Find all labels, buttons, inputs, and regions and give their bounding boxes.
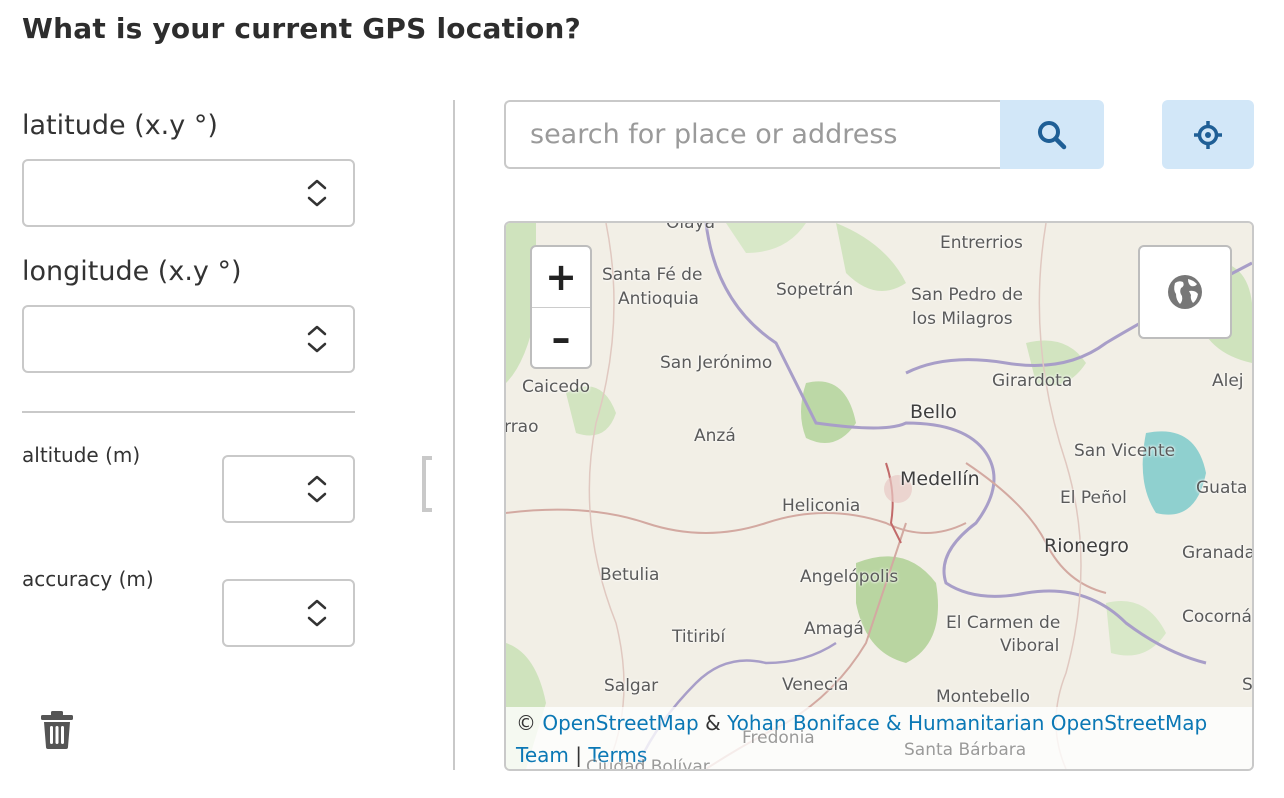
map-label: San Jerónimo [660,353,773,373]
map-label: Granada [1182,543,1254,563]
map-label: Ciudad Bolívar [586,757,710,771]
map-label: Bello [910,401,957,423]
map-label: Fredonia [742,728,815,748]
map-label: Salgar [604,676,659,696]
layers-button[interactable] [1138,245,1232,339]
altitude-spinner[interactable] [305,471,329,507]
attribution-separator: | [575,743,582,767]
map-label: San Vicente [1074,441,1176,461]
map-label: Alej [1212,371,1244,391]
map-label: rrao [504,417,539,437]
search-button[interactable] [1000,100,1104,169]
altitude-input[interactable] [222,455,355,523]
attribution-amp: & [705,711,721,735]
map-label: Sopetrán [776,280,854,300]
map-label: los Milagros [912,309,1013,329]
accuracy-input[interactable] [222,579,355,647]
accuracy-label: accuracy (m) [22,567,154,591]
longitude-input[interactable] [22,305,355,373]
map-label: Olaya [666,221,715,233]
question-title: What is your current GPS location? [22,12,581,45]
map-label: Santa Fé de [602,265,703,285]
fields-divider [22,411,355,413]
locate-button[interactable] [1162,100,1254,169]
map-label: El Peñol [1060,488,1127,508]
map-label: S [1242,675,1253,695]
map-label: San Pedro de [911,285,1023,305]
map-label: Angelópolis [800,567,899,587]
map-label: Caicedo [522,377,591,397]
map-label: Montebello [936,687,1031,707]
map-label: Rionegro [1044,535,1129,557]
map-label: Antioquia [618,289,699,309]
map-label: Cocorná [1182,607,1252,627]
longitude-spinner[interactable] [305,321,329,357]
map-label: Betulia [600,565,660,585]
latitude-spinner[interactable] [305,175,329,211]
map-label: Anzá [694,426,736,446]
osm-link[interactable]: OpenStreetMap [542,711,698,735]
zoom-in-button[interactable]: + [532,247,590,308]
map-label: Santa Bárbara [904,740,1027,760]
map-view[interactable]: Olaya Entrerrios Santa Fé de Antioquia S… [504,221,1254,771]
trash-icon[interactable] [40,710,74,750]
map-label: Heliconia [782,496,861,516]
map-label: Guata [1196,478,1248,498]
map-label: Viboral [1000,636,1060,656]
map-label: Entrerrios [940,233,1023,253]
map-label: Venecia [782,675,849,695]
latitude-label: latitude (x.y °) [22,110,218,141]
map-label: Medellín [900,468,980,490]
longitude-label: longitude (x.y °) [22,256,242,287]
attribution-copyright: © [516,711,536,735]
column-divider [453,100,455,770]
map-label: El Carmen de [946,613,1061,633]
zoom-out-button[interactable]: – [532,308,590,368]
latitude-input[interactable] [22,159,355,227]
collapse-handle[interactable] [422,456,432,512]
accuracy-spinner[interactable] [305,595,329,631]
map-label: Amagá [804,619,864,639]
map-label: Titiribí [672,627,726,647]
altitude-label: altitude (m) [22,443,141,467]
team-link[interactable]: Team [516,743,569,767]
map-label: Girardota [992,371,1073,391]
search-input[interactable] [504,100,1000,169]
zoom-control: + – [530,245,592,369]
